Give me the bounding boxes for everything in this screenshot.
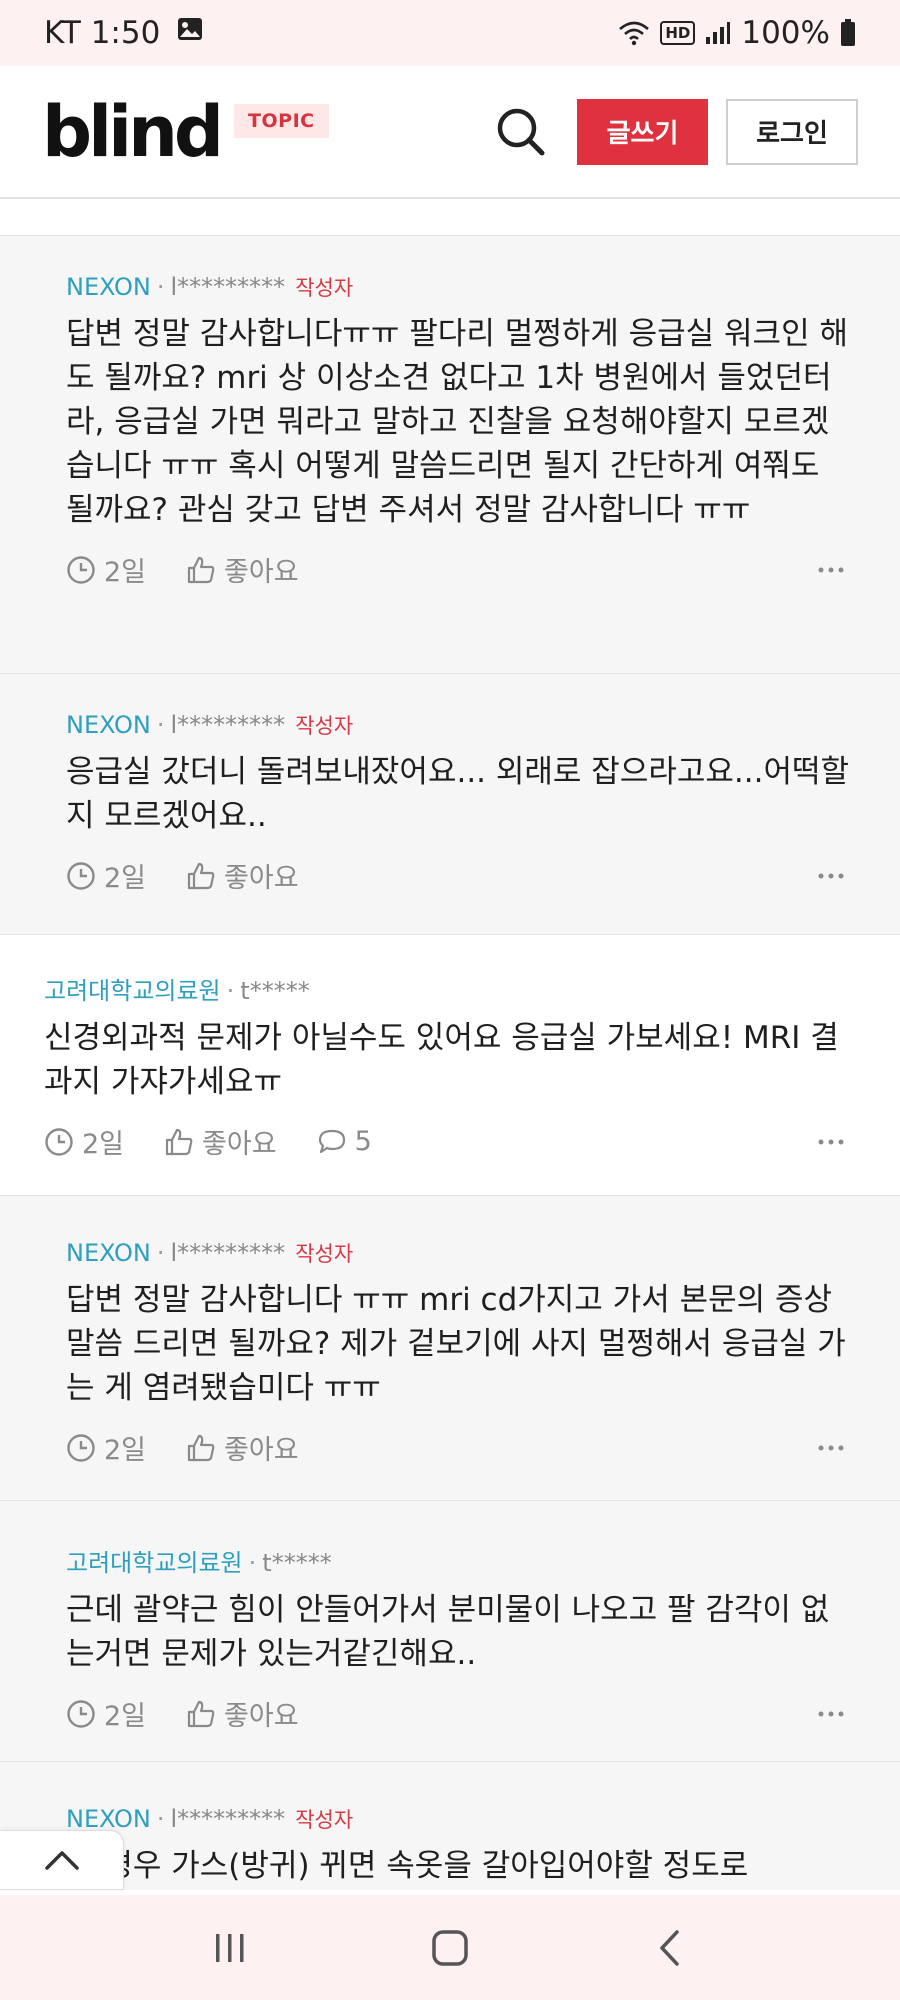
topic-badge: TOPIC [234, 103, 329, 138]
comment-item: NEXON · l********* 작성자 답변 정말 감사합니다 ㅠㅠ mr… [0, 1196, 900, 1501]
clock-icon [67, 1433, 95, 1462]
time-label: 2일 [104, 557, 147, 588]
time-label: 2일 [104, 1435, 147, 1466]
app-header: blind TOPIC 글쓰기 로그인 [0, 66, 900, 199]
nickname: t***** [262, 1549, 332, 1577]
nickname: l********* [170, 1805, 286, 1833]
nickname: l********* [170, 273, 286, 301]
like-label: 좋아요 [224, 1701, 299, 1732]
more-dots-icon [818, 873, 844, 878]
chevron-up-icon [44, 1851, 79, 1870]
reply-button[interactable]: 5 [317, 1126, 372, 1157]
wifi-icon [618, 20, 650, 46]
hd-voice-icon: HD [660, 21, 696, 45]
more-dots-icon [818, 567, 844, 572]
thumbs-up-icon [187, 862, 215, 889]
company-name[interactable]: 고려대학교의료원 [66, 1543, 243, 1578]
thumbs-up-icon [187, 1434, 215, 1461]
login-button[interactable]: 로그인 [726, 98, 858, 165]
time-stamp: 2일 [44, 1122, 124, 1161]
time-stamp: 2일 [66, 1428, 146, 1467]
recent-apps-icon [216, 1933, 244, 1962]
more-button[interactable] [812, 1710, 850, 1718]
reply-count: 5 [354, 1126, 372, 1157]
comment-item: NEXON · l********* 작성자 제 경우 가스(방귀) 뀌면 속옷… [0, 1762, 900, 1890]
comment-text: 근데 괄약근 힘이 안들어가서 분미물이 나오고 팔 감각이 없는거면 문제가 … [66, 1592, 830, 1672]
back-button[interactable] [630, 1908, 710, 1988]
like-label: 좋아요 [224, 557, 299, 588]
clock-icon [67, 1699, 95, 1728]
battery-icon [840, 19, 856, 47]
time-stamp: 2일 [66, 1694, 146, 1733]
time-stamp: 2일 [66, 856, 146, 895]
recent-apps-button[interactable] [190, 1908, 270, 1988]
thumbs-up-icon [187, 1700, 215, 1727]
home-button[interactable] [410, 1908, 490, 1988]
comment-item: NEXON · l********* 작성자 답변 정말 감사합니다ㅠㅠ 팔다리… [0, 236, 900, 674]
search-icon [497, 108, 545, 155]
company-name[interactable]: NEXON [66, 1239, 151, 1267]
time-label: 2일 [82, 1129, 125, 1160]
comment-icon [318, 1129, 345, 1153]
system-nav-bar [0, 1895, 900, 2000]
like-label: 좋아요 [224, 1435, 299, 1466]
status-bar: KT 1:50 HD 100% [0, 0, 900, 66]
carrier-time: KT 1:50 [44, 15, 161, 51]
more-button[interactable] [812, 1444, 850, 1452]
clock-icon [67, 555, 95, 584]
comment-item: NEXON · l********* 작성자 응급실 갔더니 돌려보내잤어요..… [0, 674, 900, 935]
clock-icon [45, 1127, 73, 1156]
time-label: 2일 [104, 1701, 147, 1732]
nickname: l********* [170, 1239, 286, 1267]
company-name[interactable]: NEXON [66, 273, 151, 301]
signal-icon [705, 21, 731, 45]
time-stamp: 2일 [66, 550, 146, 589]
more-dots-icon [818, 1445, 844, 1450]
like-label: 좋아요 [202, 1129, 277, 1160]
search-button[interactable] [491, 102, 551, 162]
battery-percent: 100% [741, 15, 830, 51]
comment-item: 고려대학교의료원 · t***** 근데 괄약근 힘이 안들어가서 분미물이 나… [0, 1501, 900, 1762]
scroll-top-button[interactable] [0, 1830, 124, 1890]
comment-text: 답변 정말 감사합니다 ㅠㅠ mri cd가지고 가서 본문의 증상 말씀 드리… [66, 1282, 846, 1406]
more-button[interactable] [812, 1138, 850, 1146]
comment-text: 제 경우 가스(방귀) 뀌면 속옷을 갈아입어야할 정도로 [66, 1848, 749, 1884]
more-dots-icon [818, 1711, 844, 1716]
comment-text: 신경외과적 문제가 아닐수도 있어요 응급실 가보세요! MRI 결과지 가쟈가… [44, 1020, 839, 1100]
thumbs-up-icon [165, 1128, 193, 1155]
back-icon [660, 1929, 679, 1966]
comment-item: 고려대학교의료원 · t***** 신경외과적 문제가 아닐수도 있어요 응급실… [0, 935, 900, 1196]
like-button[interactable]: 좋아요 [186, 1428, 299, 1467]
home-icon [432, 1929, 468, 1966]
author-tag: 작성자 [295, 276, 354, 300]
like-button[interactable]: 좋아요 [186, 1694, 299, 1733]
more-button[interactable] [812, 566, 850, 574]
like-button[interactable]: 좋아요 [164, 1122, 277, 1161]
nickname: t***** [240, 977, 310, 1005]
blind-logo[interactable]: blind [42, 97, 224, 167]
more-dots-icon [818, 1139, 844, 1144]
more-button[interactable] [812, 872, 850, 880]
company-name[interactable]: NEXON [66, 1805, 151, 1833]
divider [0, 200, 900, 236]
company-name[interactable]: NEXON [66, 711, 151, 739]
author-tag: 작성자 [295, 714, 354, 738]
clock-icon [67, 861, 95, 890]
gallery-notification-icon [176, 15, 204, 51]
author-tag: 작성자 [295, 1242, 354, 1266]
time-label: 2일 [104, 863, 147, 894]
like-label: 좋아요 [224, 863, 299, 894]
write-button[interactable]: 글쓰기 [577, 98, 708, 165]
like-button[interactable]: 좋아요 [186, 550, 299, 589]
thumbs-up-icon [187, 556, 215, 583]
nickname: l********* [170, 711, 286, 739]
comment-text: 응급실 갔더니 돌려보내잤어요... 외래로 잡으라고요...어떡할지 모르겠어… [66, 754, 850, 834]
comment-feed: NEXON · l********* 작성자 답변 정말 감사합니다ㅠㅠ 팔다리… [0, 200, 900, 1890]
like-button[interactable]: 좋아요 [186, 856, 299, 895]
company-name[interactable]: 고려대학교의료원 [44, 971, 221, 1006]
comment-text: 답변 정말 감사합니다ㅠㅠ 팔다리 멀쩡하게 응급실 워크인 해도 될까요? m… [66, 316, 848, 528]
author-tag: 작성자 [295, 1808, 354, 1832]
